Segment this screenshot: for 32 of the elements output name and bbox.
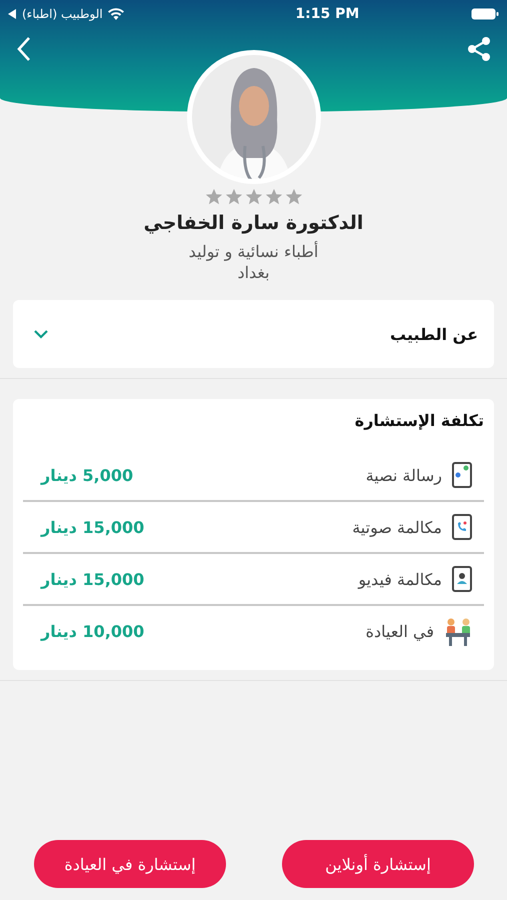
consult-type: رسالة نصية — [366, 466, 442, 484]
consult-button[interactable]: إستشارة في العيادة — [34, 840, 226, 888]
consult-price: 10,000 دينار — [41, 622, 144, 640]
doctor-name: الدكتورة سارة الخفاجي — [144, 212, 364, 234]
consult-price: 5,000 دينار — [41, 466, 134, 484]
about-card[interactable]: عن الطبيب — [13, 300, 494, 368]
status-time: 1:15 PM — [295, 6, 360, 22]
about-title: عن الطبيب — [390, 324, 478, 344]
star-icon — [284, 188, 302, 206]
battery-icon — [470, 8, 499, 20]
consult-type: في العيادة — [366, 622, 434, 640]
back-button[interactable] — [16, 36, 32, 62]
star-icon — [204, 188, 222, 206]
star-icon — [264, 188, 282, 206]
star-icon — [244, 188, 262, 206]
doctor-city: بغداد — [237, 263, 270, 282]
wifi-icon — [108, 8, 124, 20]
doctor-desk-icon — [444, 616, 472, 646]
back-arrow-icon — [8, 9, 17, 19]
consult-button[interactable]: إستشارة أونلاين — [282, 840, 474, 888]
share-button[interactable] — [467, 36, 491, 62]
star-icon — [224, 188, 242, 206]
tablet-person-icon — [452, 566, 472, 592]
tablet-chat-icon — [452, 462, 472, 488]
consult-type: مكالمة فيديو — [358, 570, 442, 588]
cost-title: تكلفة الإستشارة — [354, 411, 484, 432]
consult-type: مكالمة صوتية — [352, 518, 442, 536]
consult-price: 15,000 دينار — [41, 518, 144, 536]
carrier-text: الوطبيب (اطباء) — [22, 7, 103, 21]
doctor-specialty: أطباء نسائية و توليد — [188, 242, 318, 261]
tablet-phone-icon — [452, 514, 472, 540]
consult-price: 15,000 دينار — [41, 570, 144, 588]
